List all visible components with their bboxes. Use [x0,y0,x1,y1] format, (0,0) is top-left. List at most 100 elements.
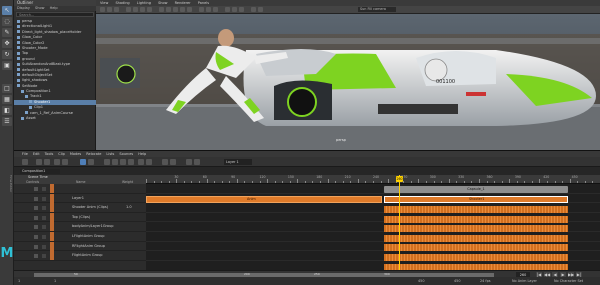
track-lock-icon[interactable] [42,225,46,230]
track-mute-toggle[interactable] [34,254,38,259]
crossfade-icon[interactable] [138,159,144,165]
viewport-panel[interactable]: View Shading Lighting Show Renderer Pane… [96,0,600,150]
clip-lane[interactable] [384,234,568,242]
camera-attr-icon[interactable] [107,7,112,12]
track-row[interactable]: Top (Clips) [14,212,146,223]
snap-icon[interactable] [80,159,86,165]
clip-shooter[interactable]: Shooter1 [384,196,568,203]
track-row[interactable]: LFlightAnim Group [14,232,146,242]
outliner-menu-help[interactable]: Help [50,6,58,10]
viewport-menu-view[interactable]: View [100,1,108,5]
range-start-field[interactable]: 450 [418,277,424,285]
shadows-icon[interactable] [187,7,192,12]
clip-lane[interactable] [384,254,568,261]
clip-lane[interactable] [384,215,568,223]
motion-blur-icon[interactable] [206,7,211,12]
playback-start-field[interactable]: 1 [54,277,56,285]
move-tool-icon[interactable]: ✥ [2,39,12,48]
track-mute-toggle[interactable] [34,187,38,191]
composition-icon[interactable] [22,159,28,165]
lights-icon[interactable] [180,7,185,12]
track-mute-toggle[interactable] [34,196,38,201]
bookmark-icon[interactable] [114,7,119,12]
side-view-icon[interactable]: ◧ [2,106,12,115]
gamma-icon[interactable] [258,7,263,12]
character-set-select[interactable]: No Character Set [554,277,583,285]
ripple-icon[interactable] [88,159,94,165]
trax-icon[interactable] [128,159,134,165]
camera-select[interactable]: Sun Fill camera [358,7,396,12]
track-lock-icon[interactable] [42,254,46,259]
image-plane-icon[interactable] [126,7,131,12]
time-editor-menu-item[interactable]: Modes [70,152,81,156]
smooth-shade-icon[interactable] [166,7,171,12]
four-view-icon[interactable]: ▦ [2,95,12,104]
time-ruler[interactable]: 30 60 90 120 150 180 210 240 270 300 330 360 390 420 4… [146,175,600,184]
wireframe-icon[interactable] [159,7,164,12]
lasso-tool-icon[interactable]: ◌ [2,17,12,26]
track-mute-toggle[interactable] [34,225,38,230]
scale-tool-icon[interactable]: ▣ [2,61,12,70]
resolution-gate-icon[interactable] [147,7,152,12]
track-lock-icon[interactable] [42,196,46,201]
clip-capsule[interactable]: Capsule_1 [384,186,568,193]
add-track-icon[interactable] [36,159,42,165]
viewport-menu-panels[interactable]: Panels [198,1,209,5]
select-tool-icon[interactable]: ↖ [2,6,12,15]
frame-all-icon[interactable] [162,159,168,165]
time-editor-menu-item[interactable]: Edit [33,152,40,156]
textured-icon[interactable] [173,7,178,12]
playhead-marker[interactable]: 260 [396,176,403,182]
outliner-menu-show[interactable]: Show [35,6,44,10]
xray-joints-icon[interactable] [239,7,244,12]
frame-selection-icon[interactable] [170,159,176,165]
track-row[interactable]: Layer1 [14,193,146,204]
outliner-search-input[interactable]: Search... [16,12,94,17]
fps-select[interactable]: 24 fps [480,277,491,285]
track-lock-icon[interactable] [42,244,46,249]
track-weight[interactable]: 1.0 [126,203,132,212]
paint-tool-icon[interactable]: ✎ [2,28,12,37]
track-lock-icon[interactable] [42,215,46,220]
composition-select[interactable]: Composition1 [20,169,60,174]
track-row[interactable]: FlightAnim Group [14,251,146,261]
start-frame-field[interactable]: 1 [18,277,20,285]
track-row[interactable]: bodyAnim/Layer1Group [14,222,146,232]
track-row[interactable]: RFlightAnim Group [14,241,146,252]
time-editor-menu-item[interactable]: Tools [45,152,54,156]
layer-select[interactable]: Layer 1 [224,159,252,165]
viewport-menu-lighting[interactable]: Lighting [137,1,151,5]
mute-icon[interactable] [62,159,68,165]
outliner-item[interactable]: Asset [14,116,96,121]
track-lock-icon[interactable] [42,235,46,239]
split-icon[interactable] [194,159,200,165]
graph-editor-icon[interactable] [112,159,118,165]
anim-layer-select[interactable]: No Anim Layer [512,277,537,285]
rotate-tool-icon[interactable]: ↻ [2,50,12,59]
track-row[interactable]: Shooter Anim (Clips) 1.0 [14,203,146,213]
clip-lane[interactable] [384,206,568,213]
solo-icon[interactable] [54,159,60,165]
range-end-field[interactable]: 450 [454,277,460,285]
viewport-menu-shading[interactable]: Shading [115,1,129,5]
loop-icon[interactable] [146,159,152,165]
time-editor-menu-item[interactable]: Lists [106,152,114,156]
xray-icon[interactable] [232,7,237,12]
track-mute-toggle[interactable] [34,244,38,249]
track-row[interactable] [14,184,146,194]
outliner-view-icon[interactable]: ☰ [2,117,12,126]
trim-icon[interactable] [186,159,192,165]
key-icon[interactable] [104,159,110,165]
remove-track-icon[interactable] [44,159,50,165]
clip-lane[interactable] [384,244,568,252]
outliner-menu-display[interactable]: Display [17,6,30,10]
exposure-icon[interactable] [251,7,256,12]
viewport-menu-show[interactable]: Show [158,1,167,5]
single-view-icon[interactable]: □ [2,84,12,93]
camera-icon[interactable] [100,7,105,12]
track-mute-toggle[interactable] [34,215,38,220]
track-mute-toggle[interactable] [34,235,38,239]
time-editor-menu-item[interactable]: Sources [119,152,133,156]
track-lock-icon[interactable] [42,187,46,191]
grid-icon[interactable] [133,7,138,12]
